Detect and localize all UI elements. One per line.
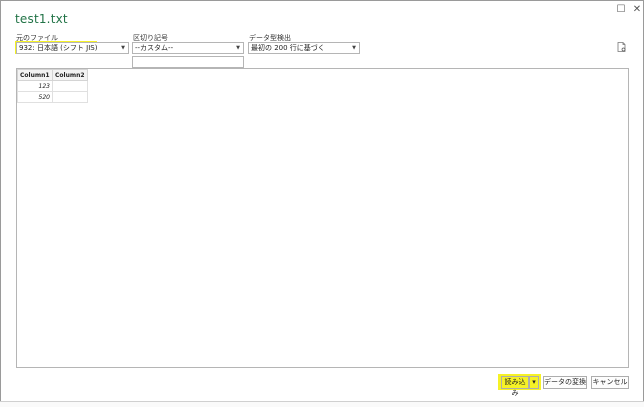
delimiter-value: --カスタム--	[135, 44, 174, 52]
chevron-down-icon: ▼	[236, 45, 240, 51]
close-icon[interactable]: ✕	[628, 2, 644, 18]
load-button[interactable]: 読み込み	[501, 376, 529, 397]
type-detection-select[interactable]: 最初の 200 行に基づく ▼	[248, 42, 360, 54]
transform-data-button[interactable]: データの変換	[543, 376, 587, 389]
preview-table: Column1 Column2 123 520	[17, 69, 88, 103]
chevron-down-icon: ▼	[352, 45, 356, 51]
file-origin-value: 932: 日本語 (シフト JIS)	[19, 44, 98, 52]
sheet-background	[0, 401, 644, 407]
custom-delimiter-input[interactable]	[132, 56, 244, 68]
table-cell	[52, 80, 88, 92]
type-detection-value: 最初の 200 行に基づく	[251, 44, 325, 52]
column-header[interactable]: Column1	[17, 69, 53, 81]
chevron-down-icon: ▼	[121, 45, 125, 51]
load-dropdown-button[interactable]: ▾	[529, 376, 539, 389]
table-cell: 123	[17, 80, 53, 92]
table-cell: 520	[17, 91, 53, 103]
table-row: 520	[17, 91, 88, 103]
chevron-down-icon: ▾	[532, 378, 536, 386]
document-settings-icon[interactable]	[617, 42, 626, 52]
data-preview-area: Column1 Column2 123 520	[16, 68, 629, 368]
column-header[interactable]: Column2	[52, 69, 88, 81]
cancel-button[interactable]: キャンセル	[591, 376, 629, 389]
delimiter-select[interactable]: --カスタム-- ▼	[132, 42, 244, 54]
table-header-row: Column1 Column2	[17, 69, 88, 81]
import-dialog: test1.txt ☐ ✕ 元のファイル 932: 日本語 (シフト JIS) …	[0, 0, 644, 406]
table-cell	[52, 91, 88, 103]
table-row: 123	[17, 80, 88, 92]
dialog-title: test1.txt	[15, 12, 68, 26]
file-origin-select[interactable]: 932: 日本語 (シフト JIS) ▼	[16, 42, 129, 54]
